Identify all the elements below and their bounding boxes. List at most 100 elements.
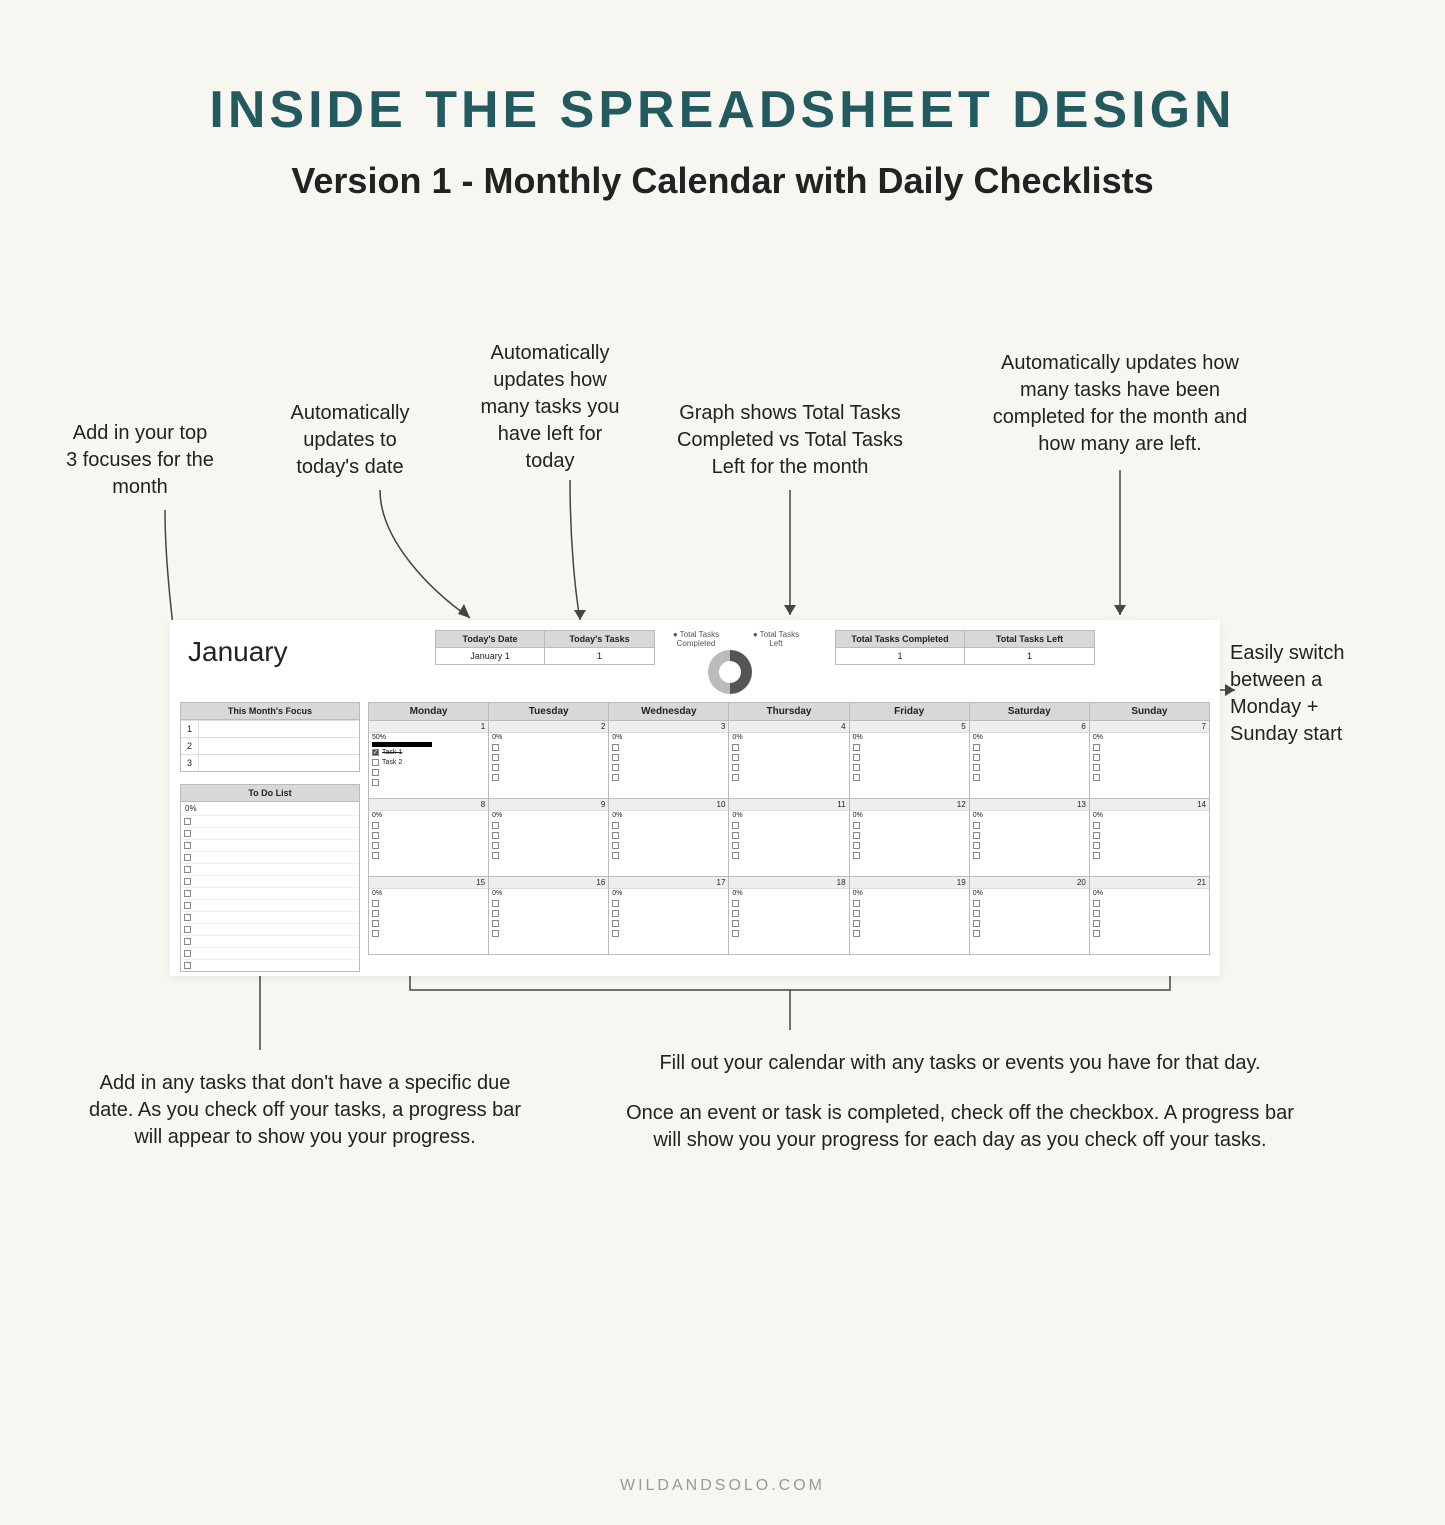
checkbox-icon[interactable]: [612, 832, 619, 839]
checkbox-icon[interactable]: [853, 910, 860, 917]
checkbox-icon[interactable]: [372, 842, 379, 849]
checkbox-icon[interactable]: [184, 938, 191, 945]
checkbox-icon[interactable]: [973, 764, 980, 771]
calendar-day[interactable]: 20%: [489, 721, 609, 799]
checkbox-icon[interactable]: [184, 902, 191, 909]
checkbox-icon[interactable]: [612, 754, 619, 761]
checkbox-icon[interactable]: [612, 930, 619, 937]
checkbox-icon[interactable]: [492, 920, 499, 927]
checkbox-icon[interactable]: [492, 900, 499, 907]
checkbox-icon[interactable]: [1093, 754, 1100, 761]
checkbox-icon[interactable]: [732, 764, 739, 771]
checkbox-icon[interactable]: [372, 930, 379, 937]
checkbox-icon[interactable]: [492, 910, 499, 917]
checkbox-icon[interactable]: [732, 910, 739, 917]
checkbox-icon[interactable]: [372, 769, 379, 776]
checkbox-icon[interactable]: [732, 920, 739, 927]
checkbox-icon[interactable]: [372, 920, 379, 927]
checkbox-icon[interactable]: [612, 910, 619, 917]
calendar-day[interactable]: 160%: [489, 877, 609, 955]
focus-cell[interactable]: [199, 738, 359, 754]
checkbox-icon[interactable]: [732, 744, 739, 751]
todo-row[interactable]: [181, 935, 359, 947]
todo-row[interactable]: [181, 959, 359, 971]
checkbox-icon[interactable]: [612, 774, 619, 781]
checkbox-icon[interactable]: [1093, 832, 1100, 839]
checkbox-icon[interactable]: [492, 764, 499, 771]
calendar-day[interactable]: 150%: [368, 877, 489, 955]
todo-row[interactable]: [181, 815, 359, 827]
checkbox-icon[interactable]: [853, 852, 860, 859]
todo-row[interactable]: [181, 851, 359, 863]
checkbox-icon[interactable]: [372, 779, 379, 786]
checkbox-icon[interactable]: [612, 822, 619, 829]
checkbox-icon[interactable]: [612, 744, 619, 751]
checkbox-icon[interactable]: [372, 832, 379, 839]
checkbox-icon[interactable]: [973, 832, 980, 839]
calendar-day[interactable]: 80%: [368, 799, 489, 877]
checkbox-icon[interactable]: [1093, 900, 1100, 907]
checkbox-icon[interactable]: [853, 744, 860, 751]
checkbox-icon[interactable]: [853, 832, 860, 839]
checkbox-icon[interactable]: [184, 866, 191, 873]
checkbox-icon[interactable]: [973, 744, 980, 751]
checkbox-icon[interactable]: [612, 842, 619, 849]
checkbox-icon[interactable]: [612, 852, 619, 859]
checkbox-icon[interactable]: [853, 920, 860, 927]
calendar-day[interactable]: 200%: [970, 877, 1090, 955]
checkbox-icon[interactable]: [732, 930, 739, 937]
checkbox-icon[interactable]: [732, 822, 739, 829]
checkbox-icon[interactable]: [492, 852, 499, 859]
calendar-day[interactable]: 30%: [609, 721, 729, 799]
checkbox-icon[interactable]: [184, 962, 191, 969]
focus-cell[interactable]: [199, 755, 359, 771]
checkbox-icon[interactable]: [853, 842, 860, 849]
calendar-day[interactable]: 210%: [1090, 877, 1210, 955]
checkbox-icon[interactable]: [973, 754, 980, 761]
checkbox-icon[interactable]: [973, 774, 980, 781]
calendar-day[interactable]: 140%: [1090, 799, 1210, 877]
checkbox-icon[interactable]: ✓: [372, 749, 379, 756]
checkbox-icon[interactable]: [372, 759, 379, 766]
checkbox-icon[interactable]: [1093, 910, 1100, 917]
checkbox-icon[interactable]: [1093, 920, 1100, 927]
calendar-day[interactable]: 90%: [489, 799, 609, 877]
focus-cell[interactable]: [199, 721, 359, 737]
todo-row[interactable]: [181, 887, 359, 899]
checkbox-icon[interactable]: [853, 822, 860, 829]
todo-row[interactable]: [181, 875, 359, 887]
checkbox-icon[interactable]: [492, 754, 499, 761]
calendar-day[interactable]: 190%: [850, 877, 970, 955]
checkbox-icon[interactable]: [184, 926, 191, 933]
checkbox-icon[interactable]: [612, 764, 619, 771]
todo-row[interactable]: [181, 827, 359, 839]
checkbox-icon[interactable]: [1093, 774, 1100, 781]
checkbox-icon[interactable]: [184, 914, 191, 921]
checkbox-icon[interactable]: [732, 842, 739, 849]
checkbox-icon[interactable]: [973, 852, 980, 859]
todo-row[interactable]: [181, 911, 359, 923]
checkbox-icon[interactable]: [1093, 744, 1100, 751]
checkbox-icon[interactable]: [612, 900, 619, 907]
calendar-day[interactable]: 100%: [609, 799, 729, 877]
checkbox-icon[interactable]: [1093, 822, 1100, 829]
todo-row[interactable]: [181, 863, 359, 875]
checkbox-icon[interactable]: [1093, 930, 1100, 937]
todo-row[interactable]: [181, 839, 359, 851]
checkbox-icon[interactable]: [973, 920, 980, 927]
checkbox-icon[interactable]: [1093, 764, 1100, 771]
checkbox-icon[interactable]: [372, 900, 379, 907]
calendar-day[interactable]: 180%: [729, 877, 849, 955]
checkbox-icon[interactable]: [732, 900, 739, 907]
todo-row[interactable]: [181, 899, 359, 911]
checkbox-icon[interactable]: [492, 832, 499, 839]
checkbox-icon[interactable]: [184, 890, 191, 897]
checkbox-icon[interactable]: [732, 832, 739, 839]
calendar-day[interactable]: 70%: [1090, 721, 1210, 799]
checkbox-icon[interactable]: [973, 900, 980, 907]
checkbox-icon[interactable]: [1093, 842, 1100, 849]
checkbox-icon[interactable]: [973, 930, 980, 937]
calendar-day[interactable]: 170%: [609, 877, 729, 955]
checkbox-icon[interactable]: [184, 818, 191, 825]
checkbox-icon[interactable]: [853, 930, 860, 937]
